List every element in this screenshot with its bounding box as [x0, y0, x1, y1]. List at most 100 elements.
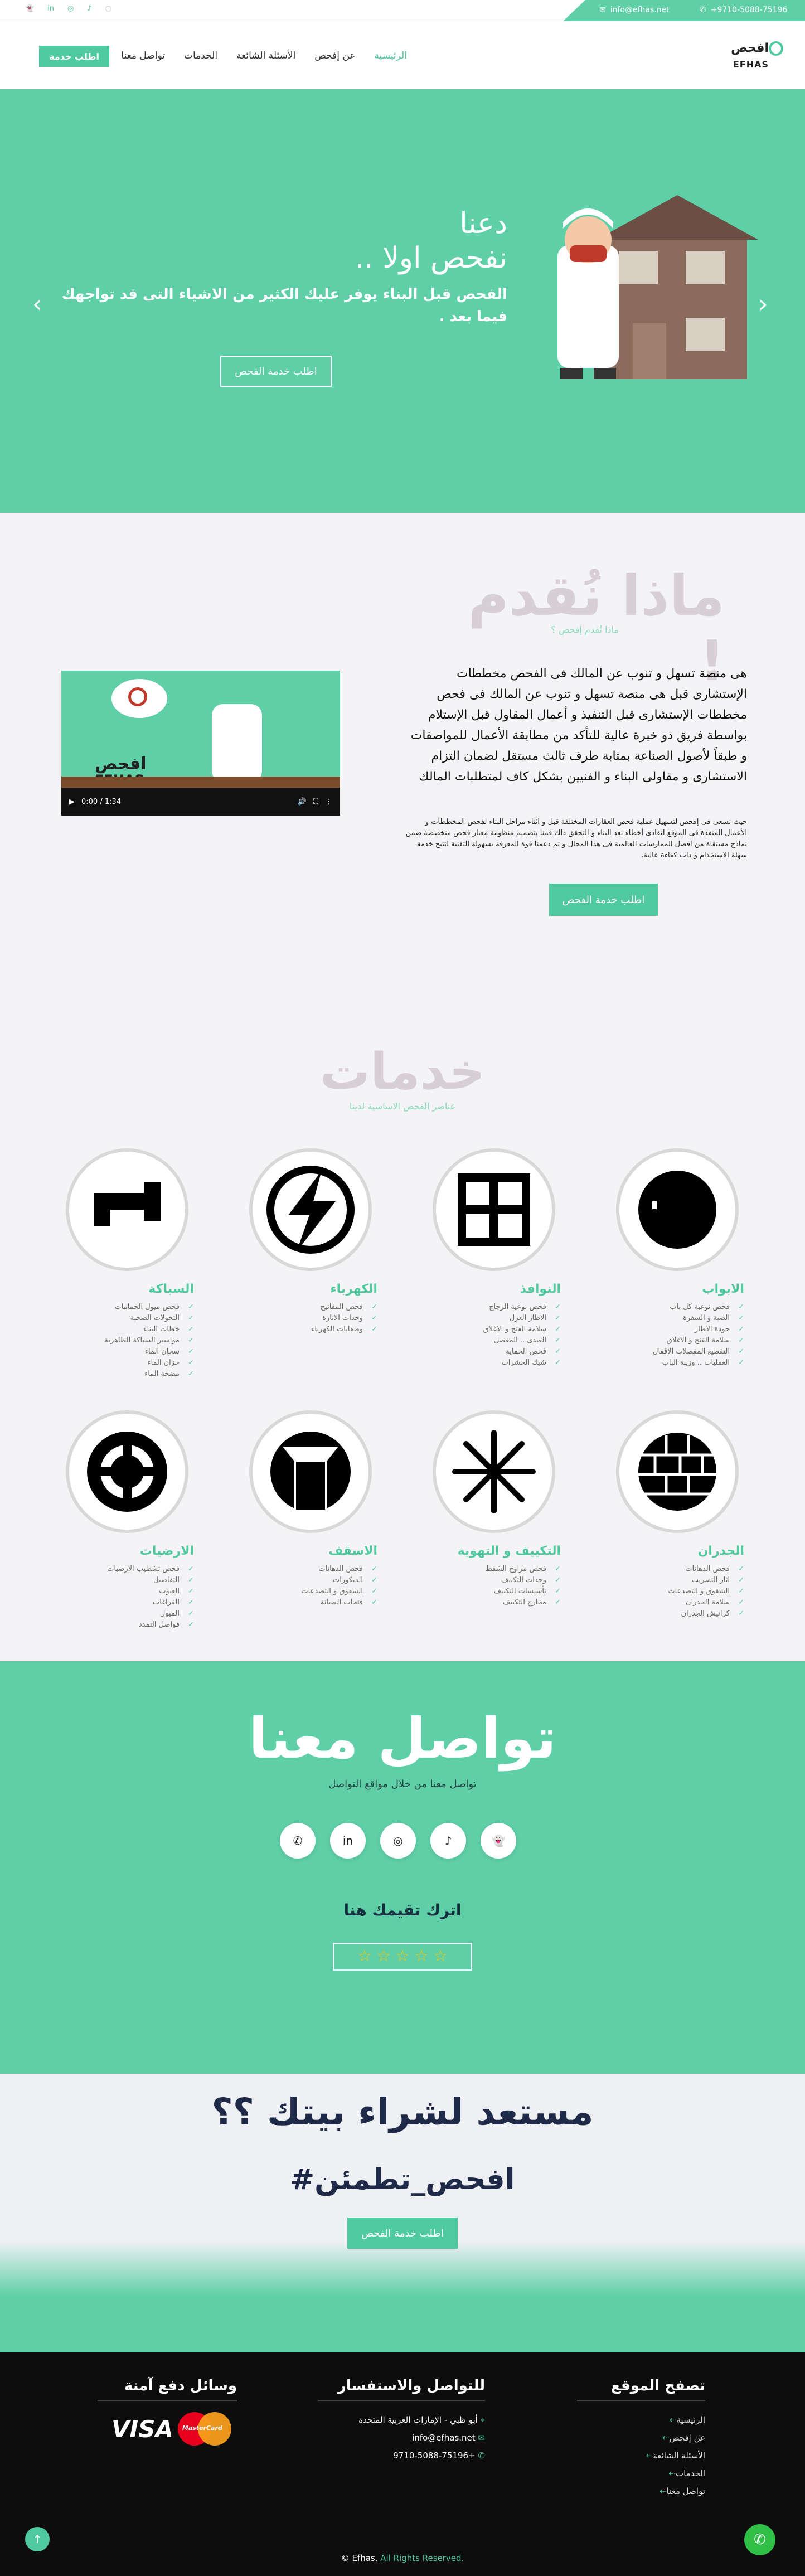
- service-icon-circle: [66, 1410, 188, 1533]
- rating-title: اترك تقيمك هنا: [343, 1901, 462, 1919]
- service-points: فحص نوعية الزجاجالاطار العزلسلامة الفتح …: [427, 1302, 561, 1369]
- service-point: الصبة و الشفرة: [610, 1313, 744, 1324]
- service-point: فحص تشطيب الارضيات: [60, 1564, 194, 1575]
- service-icon-circle: [616, 1148, 739, 1271]
- snapchat-icon[interactable]: 👻: [25, 4, 34, 13]
- service-point: تأسيسات التكييف: [427, 1586, 561, 1597]
- linkedin-icon[interactable]: in: [330, 1823, 366, 1859]
- hero-cta-button[interactable]: اطلب خدمة الفحص: [220, 356, 332, 387]
- service-point: وطفايات الكهرباء: [244, 1324, 377, 1335]
- tiktok-icon[interactable]: ♪: [430, 1823, 466, 1859]
- service-point: فحص المفاتيح: [244, 1302, 377, 1313]
- service-card: التكييف و التهوية فحص مراوح الشفطوحدات ال…: [427, 1410, 561, 1608]
- instagram-icon[interactable]: ◎: [67, 4, 74, 13]
- fullscreen-icon[interactable]: ⛶: [313, 798, 318, 806]
- services-title: خدمات: [319, 1042, 486, 1101]
- service-icon-circle: [433, 1410, 555, 1533]
- ready-cta-button[interactable]: اطلب خدمة الفحص: [347, 2218, 458, 2249]
- more-icon[interactable]: ⋮: [325, 798, 332, 806]
- hero-prev-arrow[interactable]: ‹: [32, 290, 42, 318]
- video-time: 0:00 / 1:34: [81, 797, 122, 806]
- volume-icon[interactable]: 🔊: [298, 798, 307, 806]
- service-icon-circle: [249, 1410, 372, 1533]
- service-name: الابواب: [702, 1282, 744, 1296]
- service-name: الكهرباء: [330, 1282, 377, 1296]
- service-icon-circle: [433, 1148, 555, 1271]
- top-email[interactable]: ✉ info@efhas.net: [599, 6, 670, 14]
- footer-address: ⌖ أبو ظبي - الإمارات العربية المتحدة: [358, 2415, 485, 2425]
- snapchat-icon[interactable]: 👻: [481, 1823, 516, 1859]
- footer-browse-link[interactable]: عن إفحص⇠: [577, 2429, 705, 2447]
- nav-menu: الرئيسية عن إفحص الأسئلة الشائعة الخدمات…: [117, 50, 407, 61]
- service-name: الجدران: [697, 1544, 744, 1558]
- footer-browse-link[interactable]: تواصل معنا⇠: [577, 2482, 705, 2500]
- service-point: فحص مراوح الشفط: [427, 1564, 561, 1575]
- nav-item-faq[interactable]: الأسئلة الشائعة: [236, 50, 295, 61]
- service-point: فحص ميول الحمامات: [60, 1302, 194, 1313]
- service-name: التكييف و التهوية: [457, 1544, 561, 1558]
- top-phone[interactable]: ✆ +9710-5088-75196: [700, 6, 787, 14]
- hero-text: دعنا نفحص اولا .. الفحص قبل البناء يوفر …: [50, 206, 507, 328]
- footer-browse-link[interactable]: الرئيسية⇠: [577, 2411, 705, 2429]
- service-point: الميول: [60, 1608, 194, 1619]
- arrow-left-icon: ⇠: [659, 2486, 667, 2496]
- service-point: كرانيش الجدران: [610, 1608, 744, 1619]
- service-point: وحدات الانارة: [244, 1313, 377, 1324]
- footer-browse-link[interactable]: الأسئلة الشائعة⇠: [577, 2447, 705, 2465]
- service-point: التحولات الصحية: [60, 1313, 194, 1324]
- service-point: فحص الدهانات: [610, 1564, 744, 1575]
- scroll-top-button[interactable]: ↑: [25, 2527, 50, 2551]
- service-point: سلامة الفتح و الاغلاق: [610, 1335, 744, 1346]
- tiktok-icon[interactable]: ♪: [87, 4, 91, 13]
- service-points: فحص الدهاناتاثار التسريبالشقوق و التصدعا…: [610, 1564, 744, 1619]
- mastercard-logo: MasterCard: [177, 2412, 231, 2446]
- service-point: فحص الحماية: [427, 1346, 561, 1357]
- play-icon[interactable]: ▶: [69, 798, 75, 806]
- about-video[interactable]: افحص EFHAS ▶ 0:00 / 1:34 🔊 ⛶ ⋮: [61, 671, 340, 816]
- nav-item-about[interactable]: عن إفحص: [314, 50, 355, 61]
- logo-magnifier-icon: [769, 41, 783, 56]
- service-point: سلامة الجدران: [610, 1597, 744, 1608]
- service-card: النوافذ فحص نوعية الزجاجالاطار العزلسلامة…: [427, 1148, 561, 1369]
- service-card: الكهرباء فحص المفاتيحوحدات الانارةوطفايات…: [244, 1148, 377, 1335]
- hero-illustration: [535, 190, 769, 390]
- footer-email[interactable]: ✉ info@efhas.net: [318, 2429, 485, 2447]
- footer-browse-link[interactable]: الخدمات⇠: [577, 2465, 705, 2482]
- footer-phone[interactable]: ✆ +9710-5088-75196: [318, 2447, 485, 2465]
- service-points: فحص ميول الحماماتالتحولات الصحيةخطات الب…: [60, 1302, 194, 1380]
- logo[interactable]: افحص EFHAS: [728, 40, 783, 74]
- arrow-left-icon: ⇠: [669, 2415, 677, 2425]
- contact-title: تواصل معنا: [249, 1706, 556, 1771]
- footer-browse: تصفح الموقع الرئيسية⇠ عن إفحص⇠ الأسئلة ا…: [577, 2378, 705, 2500]
- lightning-icon: [266, 1166, 355, 1254]
- whatsapp-float-button[interactable]: ✆: [744, 2524, 775, 2555]
- service-card: الاسقف فحص الدهاناتالديكوراتالشقوق و التص…: [244, 1410, 377, 1608]
- service-point: الشقوق و التصدعات: [610, 1586, 744, 1597]
- footer-contact: للتواصل والاستفسار ⌖ أبو ظبي - الإمارات …: [318, 2378, 485, 2465]
- nav-cta-button[interactable]: اطلب خدمة: [39, 46, 109, 67]
- footer-payments: وسائل دفع آمنة VISA MasterCard: [98, 2378, 237, 2446]
- whatsapp-icon[interactable]: ✆: [280, 1823, 316, 1859]
- service-point: التفاصيل: [60, 1575, 194, 1586]
- service-icon-circle: [249, 1148, 372, 1271]
- nav-item-services[interactable]: الخدمات: [184, 50, 217, 61]
- service-point: فحص الدهانات: [244, 1564, 377, 1575]
- whatsapp-icon[interactable]: ○: [105, 4, 111, 13]
- service-card: الجدران فحص الدهاناتاثار التسريبالشقوق و …: [610, 1410, 744, 1619]
- service-point: سخان الماء: [60, 1346, 194, 1357]
- service-point: العيدى .. المفصل: [427, 1335, 561, 1346]
- service-point: التقطيع المفصلات الاقفال: [610, 1346, 744, 1357]
- nav-item-contact[interactable]: تواصل معنا: [121, 50, 165, 61]
- linkedin-icon[interactable]: in: [47, 4, 54, 13]
- nav-item-home[interactable]: الرئيسية: [374, 50, 407, 61]
- about-cta-button[interactable]: اطلب خدمة الفحص: [549, 884, 658, 916]
- rating-stars[interactable]: ☆ ☆ ☆ ☆ ☆: [333, 1943, 472, 1971]
- hero-line1: دعنا: [459, 207, 507, 240]
- footer: تصفح الموقع الرئيسية⇠ عن إفحص⇠ الأسئلة ا…: [0, 2352, 805, 2576]
- hero: ‹ › دعنا نفحص اولا .. الفحص قبل البناء ي…: [0, 89, 805, 513]
- service-card: الارضيات فحص تشطيب الارضياتالتفاصيلالعيوب…: [60, 1410, 194, 1631]
- ready-hashtag: #افحص_تطمئن: [290, 2163, 515, 2196]
- service-point: فواصل التمدد: [60, 1619, 194, 1631]
- ready-section: مستعد لشراء بيتك ؟؟ #افحص_تطمئن اطلب خدم…: [0, 2074, 805, 2352]
- instagram-icon[interactable]: ◎: [380, 1823, 416, 1859]
